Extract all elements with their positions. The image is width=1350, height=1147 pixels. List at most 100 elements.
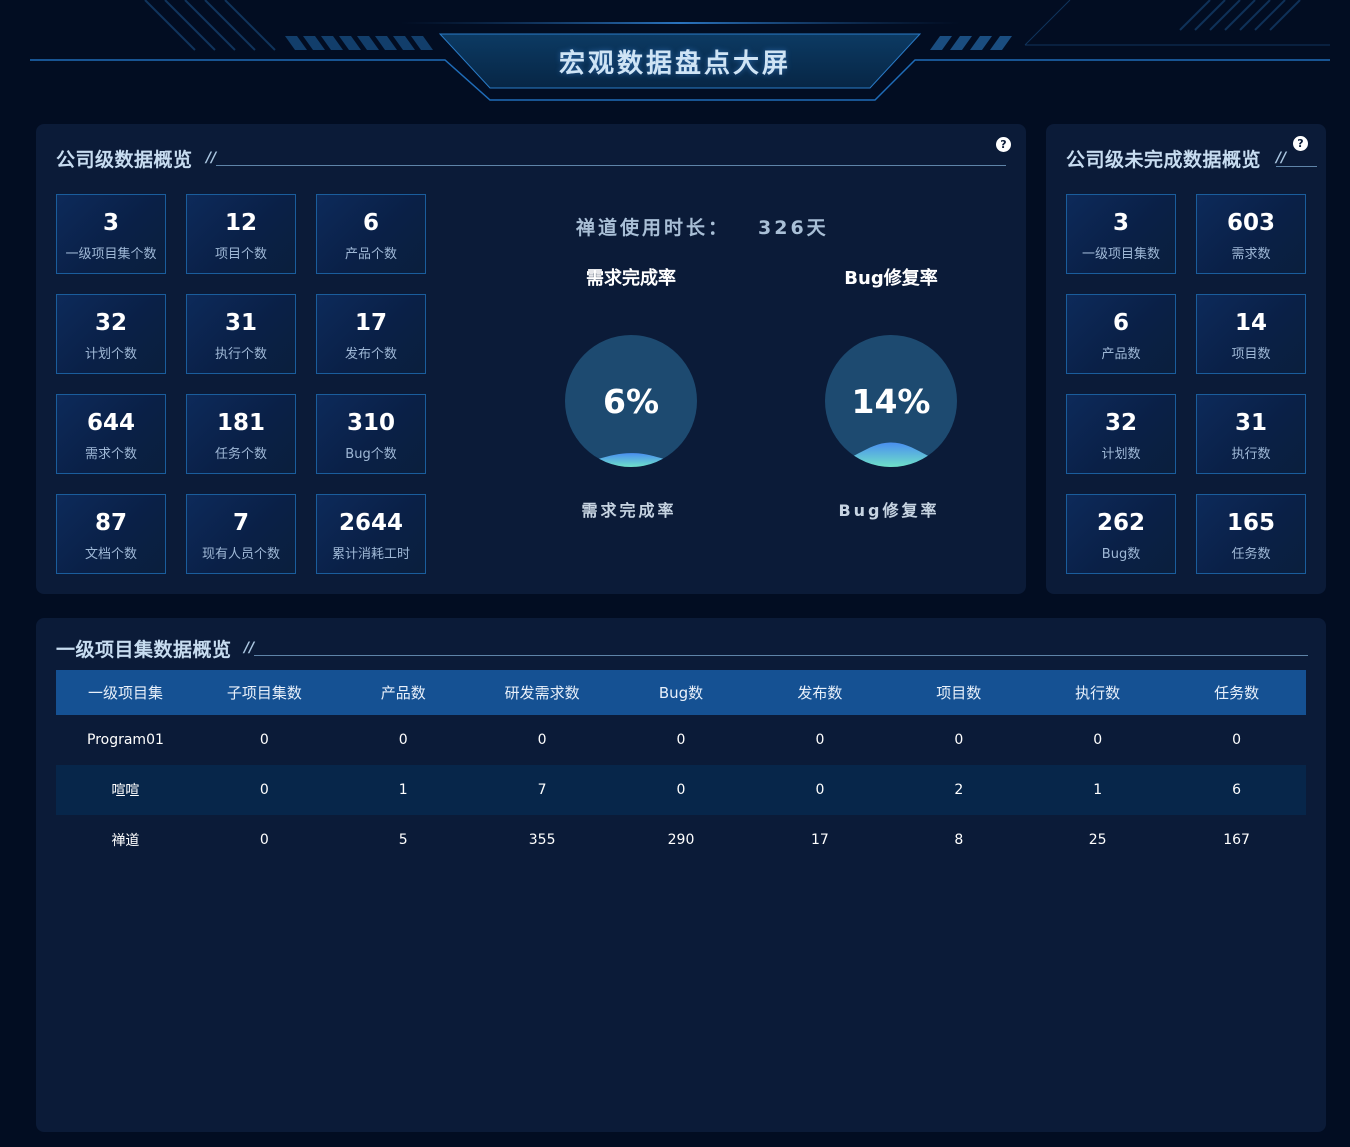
usage-duration-value: 326天 <box>758 217 829 239</box>
title-decoration-icon: // <box>244 640 255 656</box>
table-cell: 0 <box>1093 732 1103 748</box>
stat-card: 3 一级项目集数 <box>1066 194 1176 274</box>
requirement-rate-label: 需求完成率 <box>581 501 677 520</box>
title-decoration-icon: // <box>206 150 217 166</box>
stat-card: 181 任务个数 <box>186 394 296 474</box>
stat-card: 31 执行个数 <box>186 294 296 374</box>
stat-label: 现有人员个数 <box>201 547 280 562</box>
stat-card: 17 发布个数 <box>316 294 426 374</box>
stat-card: 87 文档个数 <box>56 494 166 574</box>
column-header[interactable]: 执行数 <box>1028 670 1167 715</box>
stat-label: Bug数 <box>1101 547 1141 562</box>
table-cell: 355 <box>528 832 556 848</box>
requirement-rate-gauge: 6% <box>565 335 697 467</box>
stat-card: 6 产品数 <box>1066 294 1176 374</box>
table-cell: 8 <box>954 832 964 848</box>
stat-label: 执行个数 <box>214 347 267 362</box>
stat-value: 6 <box>362 210 379 236</box>
stat-card: 6 产品个数 <box>316 194 426 274</box>
table-cell: 0 <box>676 732 686 748</box>
stat-label: 需求数 <box>1231 247 1271 262</box>
stat-card: 644 需求个数 <box>56 394 166 474</box>
stat-label: 文档个数 <box>84 547 137 562</box>
column-header[interactable]: 任务数 <box>1167 670 1306 715</box>
table-cell: 0 <box>815 782 825 798</box>
table-row[interactable]: 喧喧 0 1 7 0 0 2 1 6 <box>56 765 1306 815</box>
table-cell: 0 <box>398 732 408 748</box>
help-icon[interactable]: ? <box>996 137 1011 152</box>
stat-card: 31 执行数 <box>1196 394 1306 474</box>
stat-card: 2644 累计消耗工时 <box>316 494 426 574</box>
stat-label: 产品个数 <box>344 247 397 262</box>
table-cell: 0 <box>815 732 825 748</box>
table-row[interactable]: 禅道 0 5 355 290 17 8 25 167 <box>56 815 1306 865</box>
stat-value: 165 <box>1226 510 1275 536</box>
stat-card: 262 Bug数 <box>1066 494 1176 574</box>
stat-card: 7 现有人员个数 <box>186 494 296 574</box>
table-row[interactable]: Program01 0 0 0 0 0 0 0 0 <box>56 715 1306 765</box>
stat-value: 87 <box>94 510 127 536</box>
stat-card: 12 项目个数 <box>186 194 296 274</box>
program-overview-title: 一级项目集数据概览 <box>56 639 232 661</box>
table-cell: 167 <box>1223 832 1250 848</box>
stat-value: 3 <box>102 210 119 236</box>
column-header[interactable]: 项目数 <box>889 670 1028 715</box>
stat-value: 181 <box>216 410 265 436</box>
stat-label: 计划数 <box>1101 447 1141 462</box>
stat-value: 12 <box>224 210 257 236</box>
table-cell: 25 <box>1088 832 1107 848</box>
page-title: 宏观数据盘点大屏 <box>558 49 791 79</box>
title-underline <box>216 165 1006 166</box>
stat-label: 发布个数 <box>344 347 397 362</box>
stat-label: 任务数 <box>1231 547 1271 562</box>
column-header[interactable]: 研发需求数 <box>473 670 612 715</box>
stat-value: 7 <box>232 510 249 536</box>
table-cell: 0 <box>1232 732 1242 748</box>
stat-value: 644 <box>86 410 135 436</box>
stat-label: 执行数 <box>1231 447 1271 462</box>
bug-rate-label: Bug修复率 <box>838 501 940 520</box>
stat-value: 14 <box>1234 310 1267 336</box>
bug-rate-gauge: 14% <box>825 335 957 467</box>
bug-rate-title: Bug修复率 <box>844 268 938 289</box>
usage-duration: 禅道使用时长： 326天 <box>576 214 896 242</box>
table-cell: 0 <box>259 782 269 798</box>
program-table: 一级项目集 子项目集数 产品数 研发需求数 Bug数 发布数 项目数 执行数 任务数 Progra… <box>56 670 1306 865</box>
stat-card: 3 一级项目集个数 <box>56 194 166 274</box>
stat-value: 6 <box>1112 310 1129 336</box>
gauge-percent: 6% <box>603 382 659 421</box>
stat-value: 31 <box>1234 410 1267 436</box>
help-icon[interactable]: ? <box>1293 136 1308 151</box>
table-cell: 1 <box>398 782 408 798</box>
stat-card: 603 需求数 <box>1196 194 1306 274</box>
stat-value: 262 <box>1096 510 1145 536</box>
stat-label: 计划个数 <box>84 347 137 362</box>
table-cell: 2 <box>954 782 964 798</box>
column-header[interactable]: 子项目集数 <box>195 670 334 715</box>
table-cell: 17 <box>810 832 829 848</box>
column-header[interactable]: 产品数 <box>334 670 473 715</box>
column-header[interactable]: 发布数 <box>750 670 889 715</box>
table-header: 一级项目集 子项目集数 产品数 研发需求数 Bug数 发布数 项目数 执行数 任务数 <box>56 670 1306 715</box>
stat-card: 14 项目数 <box>1196 294 1306 374</box>
stat-value: 603 <box>1226 210 1275 236</box>
gauge-wave <box>825 442 957 467</box>
stat-card: 32 计划个数 <box>56 294 166 374</box>
stat-card: 310 Bug个数 <box>316 394 426 474</box>
column-header[interactable]: Bug数 <box>612 670 751 715</box>
gauge-percent: 14% <box>852 382 931 421</box>
dashboard-page: 宏观数据盘点大屏 公司级数据概览 // ? 3 一级项目集个数 12 项目个数 6 产品个… <box>0 0 1350 1147</box>
company-overview-title: 公司级数据概览 <box>56 149 193 171</box>
stat-value: 17 <box>354 310 387 336</box>
title-underline <box>254 655 1308 656</box>
table-cell: 禅道 <box>111 833 140 849</box>
stat-card: 32 计划数 <box>1066 394 1176 474</box>
header: 宏观数据盘点大屏 <box>0 0 1350 110</box>
usage-duration-label: 禅道使用时长： <box>576 217 731 239</box>
stat-label: 产品数 <box>1101 347 1141 362</box>
table-cell: 0 <box>259 832 269 848</box>
column-header[interactable]: 一级项目集 <box>56 670 195 715</box>
title-underline <box>1276 166 1317 167</box>
table-cell: 6 <box>1232 782 1242 798</box>
stat-label: 一级项目集数 <box>1081 247 1160 262</box>
